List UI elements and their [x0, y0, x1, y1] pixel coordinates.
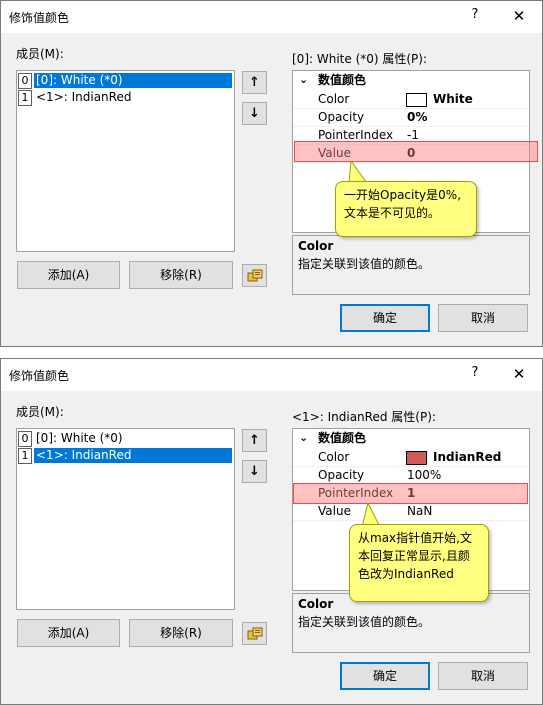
description-panel: Color 指定关联到该值的颜色。 — [292, 235, 530, 295]
property-value: NaN — [407, 504, 433, 518]
add-button[interactable]: 添加(A) — [17, 619, 120, 647]
list-item[interactable]: 1 <1>: IndianRed — [18, 448, 232, 464]
list-item[interactable]: 0 [0]: White (*0) — [18, 73, 232, 89]
dialog-title: 修饰值颜色 — [9, 369, 70, 383]
color-swatch — [406, 93, 427, 107]
property-value: IndianRed — [433, 450, 502, 464]
member-index: 1 — [18, 90, 32, 106]
callout-line: 从max指针值开始,文 — [358, 531, 472, 545]
list-item[interactable]: 0 [0]: White (*0) — [18, 431, 232, 447]
annotation-callout: 从max指针值开始,文 本回复正常显示,且颜 色改为IndianRed — [349, 524, 489, 602]
highlight-pointerindex-row — [293, 483, 528, 504]
arrow-down-icon: ↓ — [249, 106, 260, 121]
arrow-up-icon: ↑ — [249, 75, 260, 90]
add-button[interactable]: 添加(A) — [17, 261, 120, 289]
category-label: 数值颜色 — [318, 73, 367, 87]
properties-label: <1>: IndianRed 属性(P): — [292, 410, 436, 424]
property-pages-button[interactable] — [242, 622, 267, 645]
property-row-value[interactable]: Value NaN — [293, 502, 529, 521]
members-label: 成员(M): — [16, 405, 64, 419]
member-text: [0]: White (*0) — [36, 431, 123, 445]
category-row[interactable]: ⌄ 数值颜色 — [293, 71, 529, 89]
arrow-up-icon: ↑ — [249, 433, 260, 448]
title-bar: 修饰值颜色 ? ✕ — [1, 359, 542, 391]
member-index: 1 — [18, 448, 32, 464]
dialog-title: 修饰值颜色 — [9, 11, 70, 25]
ok-button[interactable]: 确定 — [340, 662, 430, 690]
member-text: <1>: IndianRed — [34, 448, 232, 463]
color-dialog-2: 修饰值颜色 ? ✕ 成员(M): 0 [0]: White (*0) 1 <1>… — [0, 358, 543, 705]
move-up-button[interactable]: ↑ — [242, 429, 267, 452]
property-pages-button[interactable] — [242, 264, 267, 287]
members-label: 成员(M): — [16, 47, 64, 61]
property-value: 100% — [407, 468, 442, 482]
property-value: White — [433, 92, 473, 106]
property-name: Color — [318, 450, 350, 464]
arrow-down-icon: ↓ — [249, 464, 260, 479]
move-down-button[interactable]: ↓ — [242, 102, 267, 125]
property-row-opacity[interactable]: Opacity 0% — [293, 108, 529, 127]
property-pages-icon — [247, 627, 262, 640]
member-index: 0 — [18, 73, 32, 89]
close-icon[interactable]: ✕ — [505, 365, 533, 385]
description-panel: Color 指定关联到该值的颜色。 — [292, 593, 530, 653]
remove-button[interactable]: 移除(R) — [129, 261, 233, 289]
callout-line: 文本是不可见的。 — [344, 206, 441, 220]
property-pages-icon — [247, 269, 262, 282]
property-name: Opacity — [318, 468, 365, 482]
members-list[interactable]: 0 [0]: White (*0) 1 <1>: IndianRed — [16, 428, 235, 610]
property-name: Color — [318, 92, 350, 106]
property-row-color[interactable]: Color White — [293, 90, 529, 109]
ok-button[interactable]: 确定 — [340, 304, 430, 332]
cancel-button[interactable]: 取消 — [438, 304, 528, 332]
description-text: 指定关联到该值的颜色。 — [298, 257, 431, 271]
description-text: 指定关联到该值的颜色。 — [298, 615, 431, 629]
close-icon[interactable]: ✕ — [505, 7, 533, 27]
list-item[interactable]: 1 <1>: IndianRed — [18, 90, 232, 106]
question-mark-icon[interactable]: ? — [463, 365, 487, 385]
callout-line: 一开始Opacity是0%, — [344, 188, 462, 202]
category-label: 数值颜色 — [318, 431, 367, 445]
color-dialog-1: 修饰值颜色 ? ✕ 成员(M): 0 [0]: White (*0) 1 <1>… — [0, 0, 543, 347]
property-row-color[interactable]: Color IndianRed — [293, 448, 529, 467]
callout-line: 本回复正常显示,且颜 — [358, 549, 470, 563]
callout-tail — [348, 161, 368, 183]
member-text: <1>: IndianRed — [36, 90, 132, 104]
members-list[interactable]: 0 [0]: White (*0) 1 <1>: IndianRed — [16, 70, 235, 252]
member-index: 0 — [18, 431, 32, 447]
category-row[interactable]: ⌄ 数值颜色 — [293, 429, 529, 447]
remove-button[interactable]: 移除(R) — [129, 619, 233, 647]
property-value: 0% — [407, 110, 428, 124]
color-swatch — [406, 451, 427, 465]
properties-label: [0]: White (*0) 属性(P): — [292, 52, 428, 66]
property-name: Value — [318, 504, 351, 518]
title-bar: 修饰值颜色 ? ✕ — [1, 1, 542, 33]
question-mark-icon[interactable]: ? — [463, 7, 487, 27]
chevron-down-icon[interactable]: ⌄ — [299, 71, 308, 89]
callout-line: 色改为IndianRed — [358, 567, 454, 581]
cancel-button[interactable]: 取消 — [438, 662, 528, 690]
annotation-callout: 一开始Opacity是0%, 文本是不可见的。 — [335, 181, 477, 237]
chevron-down-icon[interactable]: ⌄ — [299, 429, 308, 447]
highlight-value-row — [294, 141, 538, 162]
move-up-button[interactable]: ↑ — [242, 71, 267, 94]
member-text: [0]: White (*0) — [34, 73, 232, 88]
move-down-button[interactable]: ↓ — [242, 460, 267, 483]
property-name: Opacity — [318, 110, 365, 124]
description-title: Color — [298, 239, 334, 253]
description-title: Color — [298, 597, 334, 611]
